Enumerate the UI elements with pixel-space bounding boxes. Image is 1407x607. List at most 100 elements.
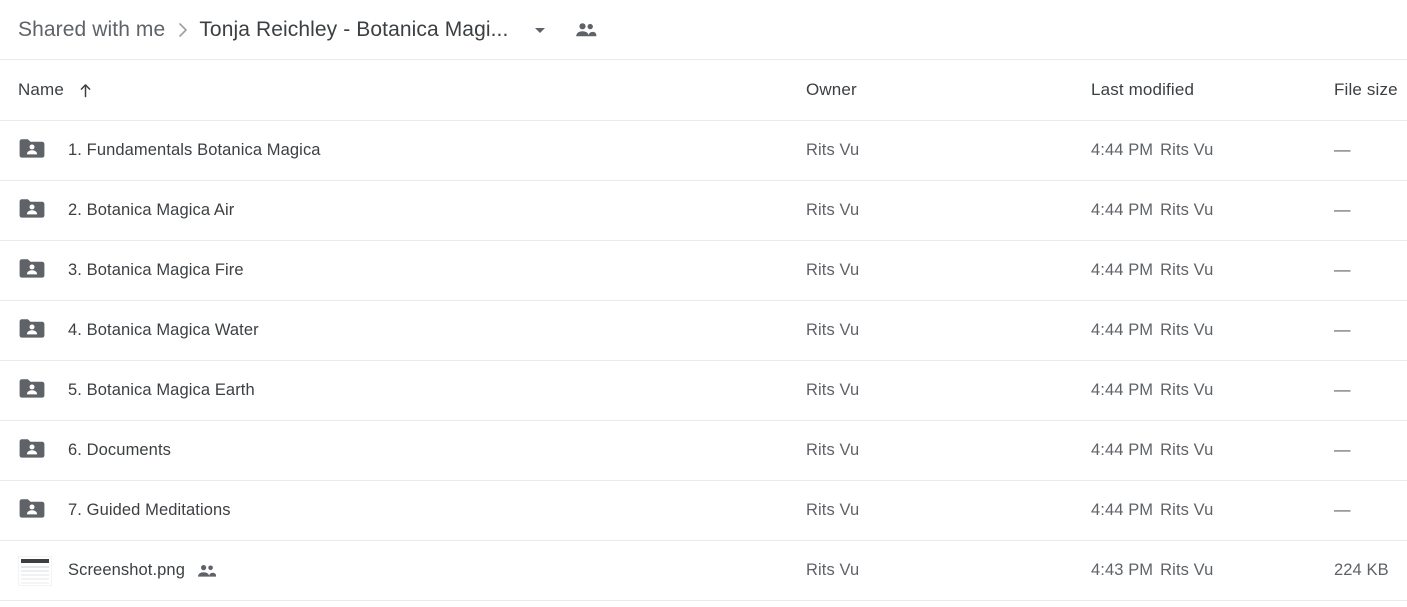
column-header-name-label: Name bbox=[18, 80, 64, 99]
row-icon bbox=[18, 193, 54, 229]
row-owner-cell: Rits Vu bbox=[806, 381, 860, 399]
row-modified-by: Rits Vu bbox=[1160, 381, 1214, 399]
row-owner-cell: Rits Vu bbox=[806, 501, 860, 519]
row-modified-by: Rits Vu bbox=[1160, 441, 1214, 459]
table-row[interactable]: 6. Documents Rits Vu 4:44 PM Rits Vu — bbox=[0, 421, 1407, 481]
row-modified-by: Rits Vu bbox=[1160, 321, 1214, 339]
row-modified-by: Rits Vu bbox=[1160, 261, 1214, 279]
row-modified-time: 4:44 PM bbox=[1091, 141, 1154, 159]
row-name-label: 7. Guided Meditations bbox=[68, 501, 231, 519]
row-owner-cell: Rits Vu bbox=[806, 441, 860, 459]
row-name-cell[interactable]: 4. Botanica Magica Water bbox=[0, 301, 790, 361]
row-file-size-cell: 224 KB bbox=[1334, 561, 1389, 579]
row-file-size-cell: — bbox=[1334, 201, 1351, 219]
row-owner-cell: Rits Vu bbox=[806, 141, 860, 159]
table-row[interactable]: 5. Botanica Magica Earth Rits Vu 4:44 PM… bbox=[0, 361, 1407, 421]
row-name-cell[interactable]: 6. Documents bbox=[0, 421, 790, 481]
row-name-cell[interactable]: 1. Fundamentals Botanica Magica bbox=[0, 121, 790, 181]
row-owner-cell: Rits Vu bbox=[806, 201, 860, 219]
shared-folder-icon bbox=[18, 136, 46, 165]
row-icon bbox=[18, 433, 54, 469]
row-file-size-cell: — bbox=[1334, 261, 1351, 279]
shared-folder-icon bbox=[18, 196, 46, 225]
row-name-cell[interactable]: 3. Botanica Magica Fire bbox=[0, 241, 790, 301]
row-modified-time: 4:44 PM bbox=[1091, 501, 1154, 519]
row-file-size-cell: — bbox=[1334, 141, 1351, 159]
row-modified-by: Rits Vu bbox=[1160, 201, 1214, 219]
row-icon bbox=[18, 553, 54, 589]
row-name-cell[interactable]: 5. Botanica Magica Earth bbox=[0, 361, 790, 421]
row-last-modified-cell: 4:43 PM Rits Vu bbox=[1058, 541, 1308, 601]
row-modified-time: 4:44 PM bbox=[1091, 201, 1154, 219]
column-header-file-size[interactable]: File size bbox=[1308, 60, 1407, 121]
shared-folder-icon bbox=[18, 256, 46, 285]
row-icon bbox=[18, 253, 54, 289]
row-modified-time: 4:44 PM bbox=[1091, 441, 1154, 459]
row-last-modified-cell: 4:44 PM Rits Vu bbox=[1058, 421, 1308, 481]
column-header-file-size-label: File size bbox=[1334, 80, 1398, 99]
breadcrumb-separator-icon bbox=[177, 21, 189, 39]
row-file-size-cell: — bbox=[1334, 441, 1351, 459]
column-header-last-modified[interactable]: Last modified bbox=[1058, 60, 1308, 121]
row-last-modified-cell: 4:44 PM Rits Vu bbox=[1058, 301, 1308, 361]
column-header-last-modified-label: Last modified bbox=[1091, 80, 1195, 99]
table-row[interactable]: 3. Botanica Magica Fire Rits Vu 4:44 PM R… bbox=[0, 241, 1407, 301]
row-file-size-cell: — bbox=[1334, 501, 1351, 519]
row-last-modified-cell: 4:44 PM Rits Vu bbox=[1058, 241, 1308, 301]
row-owner-cell: Rits Vu bbox=[806, 261, 860, 279]
row-name-label: 4. Botanica Magica Water bbox=[68, 321, 259, 339]
row-last-modified-cell: 4:44 PM Rits Vu bbox=[1058, 481, 1308, 541]
table-row[interactable]: Screenshot.png Rits Vu 4:43 PM Rits Vu 22… bbox=[0, 541, 1407, 601]
row-name-cell[interactable]: 2. Botanica Magica Air bbox=[0, 181, 790, 241]
row-last-modified-cell: 4:44 PM Rits Vu bbox=[1058, 121, 1308, 181]
table-row[interactable]: 1. Fundamentals Botanica Magica Rits Vu … bbox=[0, 121, 1407, 181]
breadcrumb-root-shared-with-me[interactable]: Shared with me bbox=[18, 18, 165, 42]
table-row[interactable]: 4. Botanica Magica Water Rits Vu 4:44 PM… bbox=[0, 301, 1407, 361]
arrow-up-icon[interactable] bbox=[78, 82, 93, 99]
row-icon bbox=[18, 493, 54, 529]
row-icon bbox=[18, 313, 54, 349]
row-owner-cell: Rits Vu bbox=[806, 561, 860, 579]
table-row[interactable]: 2. Botanica Magica Air Rits Vu 4:44 PM Ri… bbox=[0, 181, 1407, 241]
chevron-down-icon[interactable] bbox=[528, 18, 552, 42]
row-name-label: 6. Documents bbox=[68, 441, 171, 459]
row-modified-by: Rits Vu bbox=[1160, 501, 1214, 519]
row-modified-by: Rits Vu bbox=[1160, 141, 1214, 159]
shared-folder-icon bbox=[18, 496, 46, 525]
table-header: Name Owner Last modified File size bbox=[0, 60, 1407, 121]
row-name-cell[interactable]: 7. Guided Meditations bbox=[0, 481, 790, 541]
breadcrumb-current-folder[interactable]: Tonja Reichley - Botanica Magi... bbox=[199, 18, 508, 42]
row-name-label: 3. Botanica Magica Fire bbox=[68, 261, 244, 279]
row-file-size-cell: — bbox=[1334, 381, 1351, 399]
row-modified-by: Rits Vu bbox=[1160, 561, 1214, 579]
row-modified-time: 4:44 PM bbox=[1091, 381, 1154, 399]
column-header-owner-label: Owner bbox=[806, 80, 857, 99]
shared-folder-icon bbox=[18, 316, 46, 345]
shared-folder-icon bbox=[18, 436, 46, 465]
row-owner-cell: Rits Vu bbox=[806, 321, 860, 339]
file-list-table: Name Owner Last modified File size 1. Fu… bbox=[0, 60, 1407, 601]
breadcrumb-bar: Shared with me Tonja Reichley - Botanica… bbox=[0, 0, 1407, 60]
row-name-label: 2. Botanica Magica Air bbox=[68, 201, 235, 219]
row-name-cell[interactable]: Screenshot.png bbox=[0, 541, 790, 601]
row-name-label: Screenshot.png bbox=[68, 561, 185, 579]
row-last-modified-cell: 4:44 PM Rits Vu bbox=[1058, 361, 1308, 421]
row-name-label: 1. Fundamentals Botanica Magica bbox=[68, 141, 321, 159]
row-file-size-cell: — bbox=[1334, 321, 1351, 339]
row-modified-time: 4:44 PM bbox=[1091, 261, 1154, 279]
row-icon bbox=[18, 373, 54, 409]
column-header-owner[interactable]: Owner bbox=[790, 60, 1058, 121]
people-shared-icon bbox=[197, 564, 217, 578]
row-name-label: 5. Botanica Magica Earth bbox=[68, 381, 255, 399]
image-thumbnail bbox=[18, 555, 52, 586]
table-row[interactable]: 7. Guided Meditations Rits Vu 4:44 PM Rit… bbox=[0, 481, 1407, 541]
table-header-row: Name Owner Last modified File size bbox=[0, 60, 1407, 121]
row-modified-time: 4:44 PM bbox=[1091, 321, 1154, 339]
row-icon bbox=[18, 133, 54, 169]
row-last-modified-cell: 4:44 PM Rits Vu bbox=[1058, 181, 1308, 241]
table-body: 1. Fundamentals Botanica Magica Rits Vu … bbox=[0, 121, 1407, 601]
shared-folder-icon bbox=[18, 376, 46, 405]
people-shared-icon bbox=[574, 18, 598, 42]
row-modified-time: 4:43 PM bbox=[1091, 561, 1154, 579]
column-header-name[interactable]: Name bbox=[0, 60, 790, 121]
